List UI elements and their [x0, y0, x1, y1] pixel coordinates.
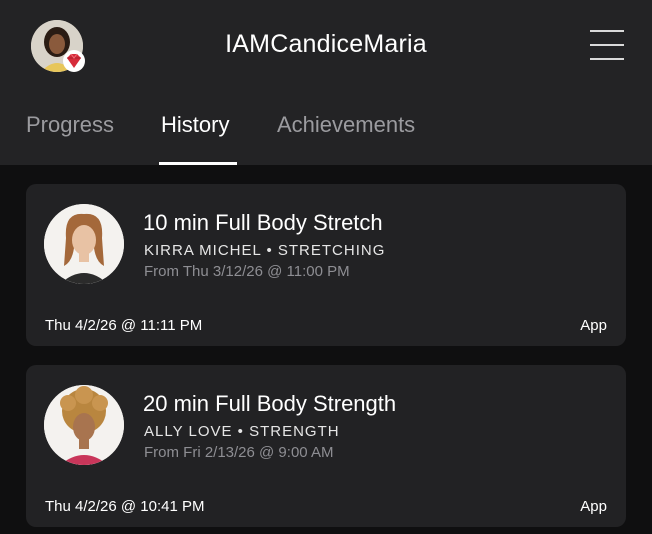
workout-title: 20 min Full Body Strength: [143, 391, 397, 416]
instructor-avatar: [44, 204, 124, 284]
workout-meta: KIRRA MICHEL • STRETCHING: [144, 242, 386, 259]
history-card[interactable]: 20 min Full Body Strength ALLY LOVE • ST…: [26, 365, 626, 527]
workout-source: App: [580, 498, 607, 515]
workout-from: From Fri 2/13/26 @ 9:00 AM: [144, 444, 334, 461]
workout-meta: ALLY LOVE • STRENGTH: [144, 423, 340, 440]
completed-date: Thu 4/2/26 @ 11:11 PM: [45, 317, 203, 334]
completed-date: Thu 4/2/26 @ 10:41 PM: [45, 498, 205, 515]
instructor-avatar: [44, 385, 124, 465]
workout-source: App: [580, 317, 607, 334]
app-header: IAMCandiceMaria Progress History Achieve…: [0, 0, 652, 165]
workout-from: From Thu 3/12/26 @ 11:00 PM: [144, 263, 350, 280]
tab-history[interactable]: History: [161, 112, 229, 138]
hamburger-menu-icon[interactable]: [590, 28, 624, 62]
tab-progress[interactable]: Progress: [26, 112, 114, 138]
profile-username: IAMCandiceMaria: [225, 30, 427, 58]
workout-title: 10 min Full Body Stretch: [143, 210, 383, 235]
history-card[interactable]: 10 min Full Body Stretch KIRRA MICHEL • …: [26, 184, 626, 346]
tab-achievements[interactable]: Achievements: [277, 112, 415, 138]
active-tab-indicator: [159, 162, 237, 165]
profile-tabs: Progress History Achievements: [0, 112, 652, 165]
